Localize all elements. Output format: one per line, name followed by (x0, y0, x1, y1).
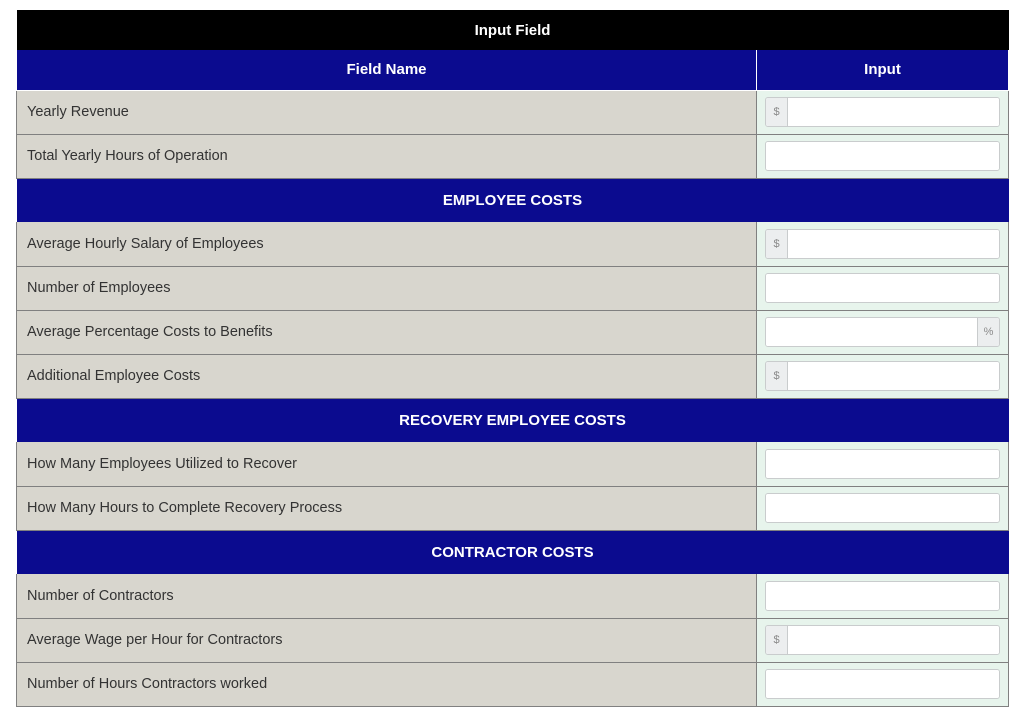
section-header: EMPLOYEE COSTS (17, 178, 1009, 222)
percent-addon: % (977, 318, 999, 346)
section-heading: CONTRACTOR COSTS (17, 530, 1009, 574)
input-cell (757, 266, 1009, 310)
field-label: Average Wage per Hour for Contractors (17, 618, 757, 662)
dollar-addon: $ (766, 362, 788, 390)
table-row: How Many Employees Utilized to Recover (17, 442, 1009, 486)
input-cell: % (757, 310, 1009, 354)
input-cell: $ (757, 90, 1009, 134)
value-input[interactable] (766, 450, 999, 478)
field-label: Average Percentage Costs to Benefits (17, 310, 757, 354)
table-row: Total Yearly Hours of Operation (17, 134, 1009, 178)
table-row: Average Wage per Hour for Contractors $ (17, 618, 1009, 662)
column-header-name: Field Name (17, 50, 757, 90)
table-row: Number of Employees (17, 266, 1009, 310)
field-label: Additional Employee Costs (17, 354, 757, 398)
input-group (765, 449, 1000, 479)
dollar-addon: $ (766, 626, 788, 654)
section-header: CONTRACTOR COSTS (17, 530, 1009, 574)
input-cell (757, 662, 1009, 706)
input-group (765, 581, 1000, 611)
value-input[interactable] (788, 230, 999, 258)
title-row: Input Field (17, 10, 1009, 50)
input-cell: $ (757, 354, 1009, 398)
input-group: $ (765, 229, 1000, 259)
dollar-addon: $ (766, 230, 788, 258)
field-label: Yearly Revenue (17, 90, 757, 134)
field-label: How Many Employees Utilized to Recover (17, 442, 757, 486)
value-input[interactable] (788, 98, 999, 126)
value-input[interactable] (766, 582, 999, 610)
section-header: RECOVERY EMPLOYEE COSTS (17, 398, 1009, 442)
dollar-addon: $ (766, 98, 788, 126)
field-label: Number of Contractors (17, 574, 757, 618)
input-cell: $ (757, 618, 1009, 662)
table-title: Input Field (17, 10, 1009, 50)
field-label: Number of Hours Contractors worked (17, 662, 757, 706)
input-cell (757, 134, 1009, 178)
input-cell (757, 442, 1009, 486)
field-label: Total Yearly Hours of Operation (17, 134, 757, 178)
input-cell (757, 574, 1009, 618)
input-group (765, 273, 1000, 303)
input-group (765, 669, 1000, 699)
value-input[interactable] (788, 626, 999, 654)
value-input[interactable] (766, 318, 977, 346)
field-label: Average Hourly Salary of Employees (17, 222, 757, 266)
column-header-input: Input (757, 50, 1009, 90)
input-cell (757, 486, 1009, 530)
section-heading: EMPLOYEE COSTS (17, 178, 1009, 222)
input-group: $ (765, 361, 1000, 391)
input-group (765, 493, 1000, 523)
table-row: Number of Contractors (17, 574, 1009, 618)
table-row: Yearly Revenue $ (17, 90, 1009, 134)
table-row: Average Hourly Salary of Employees $ (17, 222, 1009, 266)
value-input[interactable] (766, 494, 999, 522)
field-label: How Many Hours to Complete Recovery Proc… (17, 486, 757, 530)
field-label: Number of Employees (17, 266, 757, 310)
input-group: $ (765, 97, 1000, 127)
table-row: How Many Hours to Complete Recovery Proc… (17, 486, 1009, 530)
table-row: Number of Hours Contractors worked (17, 662, 1009, 706)
input-group: $ (765, 625, 1000, 655)
value-input[interactable] (766, 142, 999, 170)
value-input[interactable] (788, 362, 999, 390)
table-row: Additional Employee Costs $ (17, 354, 1009, 398)
input-group (765, 141, 1000, 171)
section-heading: RECOVERY EMPLOYEE COSTS (17, 398, 1009, 442)
input-field-table: Input Field Field Name Input Yearly Reve… (16, 10, 1009, 707)
value-input[interactable] (766, 274, 999, 302)
input-group: % (765, 317, 1000, 347)
header-row: Field Name Input (17, 50, 1009, 90)
table-row: Average Percentage Costs to Benefits% (17, 310, 1009, 354)
value-input[interactable] (766, 670, 999, 698)
input-cell: $ (757, 222, 1009, 266)
table-body: Input Field Field Name Input Yearly Reve… (17, 10, 1009, 706)
